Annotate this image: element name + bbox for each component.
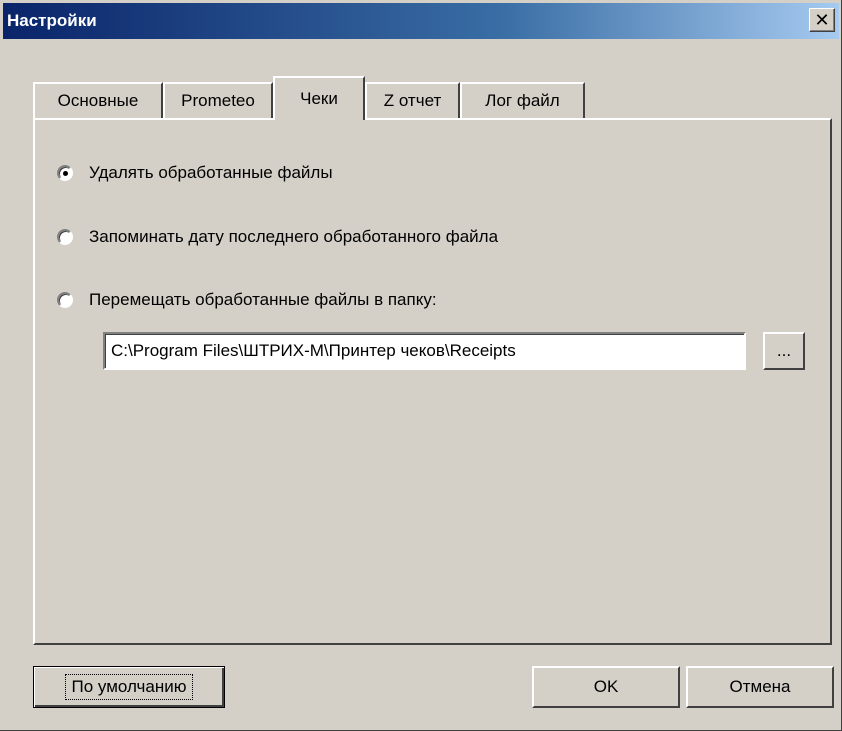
radio-button[interactable] xyxy=(57,165,73,181)
title-bar[interactable]: Настройки ✕ xyxy=(3,3,839,39)
close-icon: ✕ xyxy=(814,9,830,30)
tab-label: Лог файл xyxy=(485,91,560,110)
tab-label: Основные xyxy=(57,91,139,110)
ok-label: OK xyxy=(593,677,619,696)
radio-delete-processed[interactable]: Удалять обработанные файлы xyxy=(57,163,333,183)
close-button[interactable]: ✕ xyxy=(809,8,835,32)
radio-move-to-folder[interactable]: Перемещать обработанные файлы в папку: xyxy=(57,290,437,310)
tab-prometeo[interactable]: Prometeo xyxy=(163,82,273,118)
radio-button[interactable] xyxy=(57,229,73,245)
window-title: Настройки xyxy=(7,11,97,30)
radio-label: Перемещать обработанные файлы в папку: xyxy=(89,290,437,309)
tab-general[interactable]: Основные xyxy=(33,82,163,118)
cancel-label: Отмена xyxy=(729,677,791,696)
ok-button[interactable]: OK xyxy=(532,666,680,708)
radio-remember-date[interactable]: Запоминать дату последнего обработанного… xyxy=(57,227,498,247)
defaults-label: По умолчанию xyxy=(64,674,194,700)
defaults-button[interactable]: По умолчанию xyxy=(33,666,225,708)
browse-folder-button[interactable]: ... xyxy=(763,332,805,370)
tab-label: Z отчет xyxy=(383,91,442,110)
tab-log-file[interactable]: Лог файл xyxy=(460,82,585,118)
tab-label: Чеки xyxy=(300,89,338,108)
tab-z-report[interactable]: Z отчет xyxy=(365,82,460,118)
settings-dialog: Настройки ✕ Основные Prometeo Чеки Z отч… xyxy=(0,0,842,731)
radio-label: Запоминать дату последнего обработанного… xyxy=(89,227,499,246)
cancel-button[interactable]: Отмена xyxy=(686,666,834,708)
browse-label: ... xyxy=(776,341,792,360)
folder-path-input[interactable] xyxy=(103,332,746,370)
tab-label: Prometeo xyxy=(181,91,255,110)
radio-label: Удалять обработанные файлы xyxy=(89,163,333,182)
radio-button[interactable] xyxy=(57,292,73,308)
tab-panel-receipts: Удалять обработанные файлы Запоминать да… xyxy=(33,118,832,645)
tab-receipts[interactable]: Чеки xyxy=(273,76,365,120)
